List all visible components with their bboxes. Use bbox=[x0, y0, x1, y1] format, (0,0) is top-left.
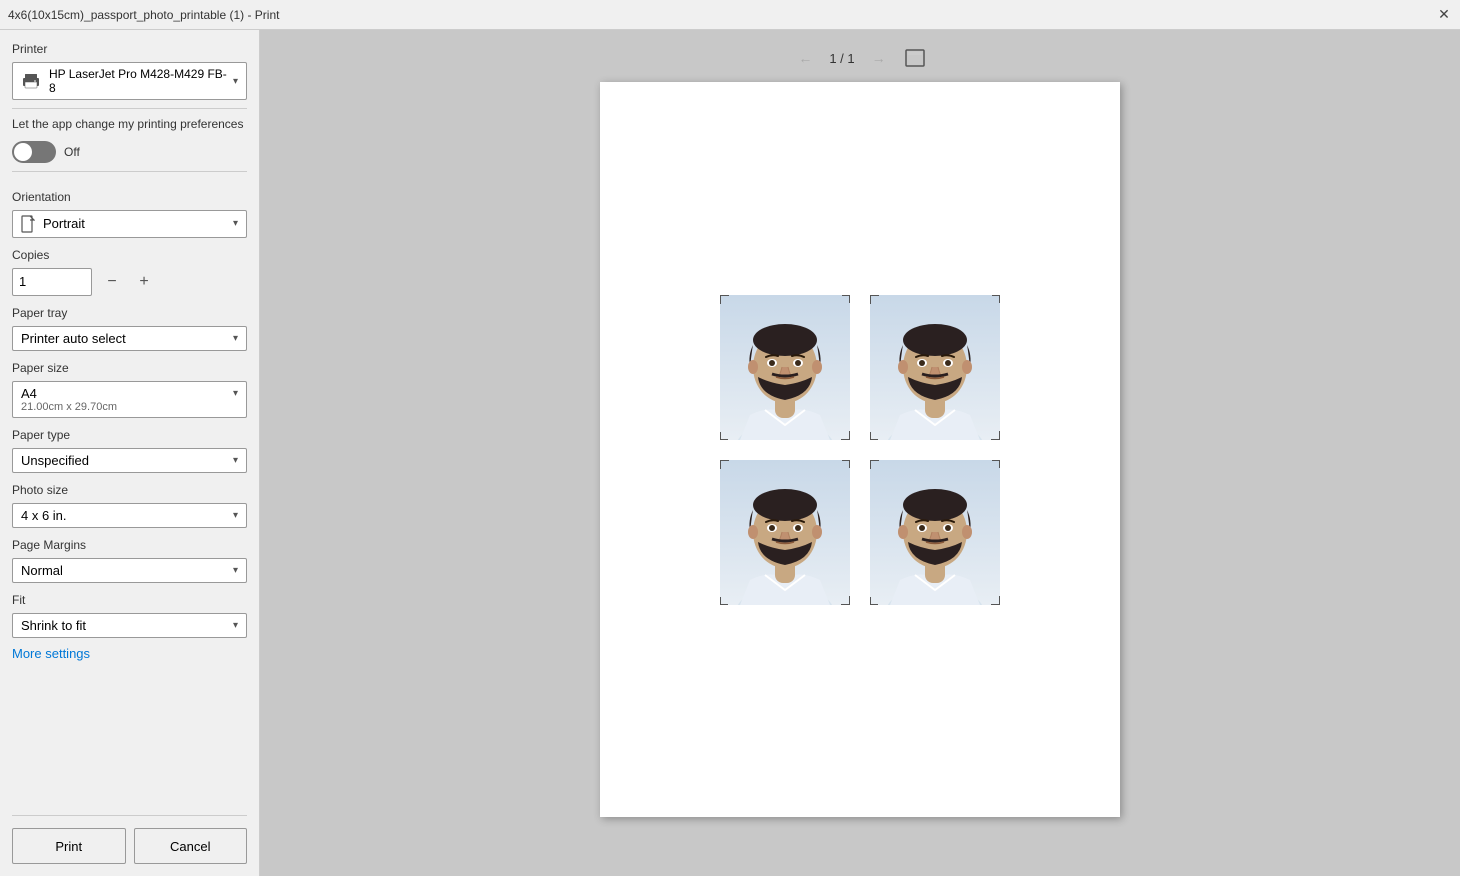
printer-icon bbox=[21, 72, 41, 90]
paper-tray-value: Printer auto select bbox=[21, 331, 126, 346]
page-indicator: 1 / 1 bbox=[829, 51, 854, 66]
divider-2 bbox=[12, 171, 247, 172]
fit-chevron-icon: ▾ bbox=[233, 620, 238, 631]
toggle-knob bbox=[14, 143, 32, 161]
paper-size-sub: 21.00cm x 29.70cm bbox=[21, 401, 238, 413]
corner-tr-1 bbox=[842, 295, 850, 303]
toggle-row: Off bbox=[12, 141, 247, 163]
app-change-toggle[interactable] bbox=[12, 141, 56, 163]
fullscreen-icon bbox=[905, 49, 925, 67]
left-panel: Printer HP LaserJet Pro M428-M429 FB-8 ▾… bbox=[0, 30, 260, 876]
preview-page bbox=[600, 82, 1120, 817]
next-page-button[interactable]: → bbox=[867, 46, 891, 70]
paper-size-chevron-icon: ▾ bbox=[233, 388, 238, 399]
paper-size-dropdown[interactable]: A4 ▾ 21.00cm x 29.70cm bbox=[12, 381, 247, 418]
title-bar: 4x6(10x15cm)_passport_photo_printable (1… bbox=[0, 0, 1460, 30]
corner-bl-3 bbox=[720, 597, 728, 605]
paper-type-chevron-icon: ▾ bbox=[233, 455, 238, 466]
face-svg-3 bbox=[720, 460, 850, 605]
paper-size-value: A4 bbox=[21, 386, 37, 401]
paper-tray-label: Paper tray bbox=[12, 306, 247, 320]
photo-size-dropdown[interactable]: 4 x 6 in. ▾ bbox=[12, 503, 247, 528]
right-panel: ← 1 / 1 → bbox=[260, 30, 1460, 876]
photo-grid bbox=[700, 275, 1020, 625]
window-title: 4x6(10x15cm)_passport_photo_printable (1… bbox=[8, 8, 279, 22]
paper-size-label: Paper size bbox=[12, 361, 247, 375]
divider-1 bbox=[12, 108, 247, 109]
corner-tr-2 bbox=[992, 295, 1000, 303]
paper-tray-dropdown[interactable]: Printer auto select ▾ bbox=[12, 326, 247, 351]
change-prefs-label: Let the app change my printing preferenc… bbox=[12, 117, 247, 133]
photo-size-chevron-icon: ▾ bbox=[233, 510, 238, 521]
toggle-state-label: Off bbox=[64, 145, 80, 159]
photo-size-label: Photo size bbox=[12, 483, 247, 497]
orientation-value: Portrait bbox=[43, 216, 85, 231]
more-settings-link[interactable]: More settings bbox=[12, 646, 247, 661]
fit-dropdown[interactable]: Shrink to fit ▾ bbox=[12, 613, 247, 638]
paper-tray-chevron-icon: ▾ bbox=[233, 333, 238, 344]
face-svg-4 bbox=[870, 460, 1000, 605]
cancel-button[interactable]: Cancel bbox=[134, 828, 248, 864]
page-margins-label: Page Margins bbox=[12, 538, 247, 552]
prev-page-button[interactable]: ← bbox=[793, 46, 817, 70]
page-margins-value: Normal bbox=[21, 563, 63, 578]
passport-photo-1 bbox=[720, 295, 850, 440]
paper-type-value: Unspecified bbox=[21, 453, 89, 468]
page-margins-dropdown[interactable]: Normal ▾ bbox=[12, 558, 247, 583]
copies-decrement-button[interactable]: − bbox=[100, 270, 124, 294]
paper-type-label: Paper type bbox=[12, 428, 247, 442]
fit-value: Shrink to fit bbox=[21, 618, 86, 633]
passport-photo-2 bbox=[870, 295, 1000, 440]
page-margins-chevron-icon: ▾ bbox=[233, 565, 238, 576]
corner-bl-1 bbox=[720, 432, 728, 440]
main-layout: Printer HP LaserJet Pro M428-M429 FB-8 ▾… bbox=[0, 30, 1460, 876]
copies-row: − + bbox=[12, 268, 247, 296]
printer-info: HP LaserJet Pro M428-M429 FB-8 bbox=[21, 67, 233, 95]
copies-increment-button[interactable]: + bbox=[132, 270, 156, 294]
close-button[interactable]: ✕ bbox=[1436, 7, 1452, 23]
copies-input[interactable] bbox=[12, 268, 92, 296]
photo-size-value: 4 x 6 in. bbox=[21, 508, 67, 523]
printer-label: Printer bbox=[12, 42, 247, 56]
face-svg-1 bbox=[720, 295, 850, 440]
printer-chevron-icon: ▾ bbox=[233, 76, 238, 87]
nav-bar: ← 1 / 1 → bbox=[793, 46, 926, 70]
corner-tr-4 bbox=[992, 460, 1000, 468]
copies-label: Copies bbox=[12, 248, 247, 262]
orientation-chevron-icon: ▾ bbox=[233, 218, 238, 229]
orientation-label: Orientation bbox=[12, 190, 247, 204]
orientation-dropdown[interactable]: Portrait ▾ bbox=[12, 210, 247, 238]
passport-photo-3 bbox=[720, 460, 850, 605]
fit-label: Fit bbox=[12, 593, 247, 607]
paper-size-main: A4 ▾ bbox=[21, 386, 238, 401]
printer-name: HP LaserJet Pro M428-M429 FB-8 bbox=[49, 67, 233, 95]
portrait-icon bbox=[21, 215, 35, 233]
face-svg-2 bbox=[870, 295, 1000, 440]
passport-photo-4 bbox=[870, 460, 1000, 605]
bottom-buttons: Print Cancel bbox=[12, 815, 247, 864]
printer-dropdown[interactable]: HP LaserJet Pro M428-M429 FB-8 ▾ bbox=[12, 62, 247, 100]
corner-tr-3 bbox=[842, 460, 850, 468]
paper-type-dropdown[interactable]: Unspecified ▾ bbox=[12, 448, 247, 473]
corner-bl-4 bbox=[870, 597, 878, 605]
print-button[interactable]: Print bbox=[12, 828, 126, 864]
fullscreen-button[interactable] bbox=[903, 46, 927, 70]
corner-bl-2 bbox=[870, 432, 878, 440]
